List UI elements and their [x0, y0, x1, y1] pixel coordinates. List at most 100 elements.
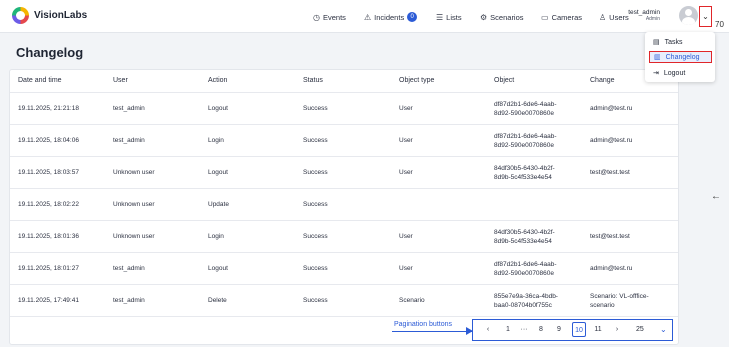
cell-object-type: User — [399, 169, 413, 176]
app-name: VisionLabs — [34, 10, 88, 21]
clock-icon: ◷ — [313, 12, 320, 22]
logo-mark-icon — [12, 7, 29, 24]
nav-item-events[interactable]: ◷ Events — [313, 11, 346, 23]
nav-item-cameras[interactable]: ▭ Cameras — [541, 11, 582, 23]
cell-action: Logout — [208, 169, 228, 176]
cell-status: Success — [303, 265, 328, 272]
cell-status: Success — [303, 297, 328, 304]
warning-icon: ⚠ — [364, 12, 372, 22]
avatar[interactable] — [679, 6, 698, 25]
prev-page-button[interactable]: ‹ — [481, 322, 495, 337]
menu-item-tasks[interactable]: ▤ Tasks — [649, 36, 712, 48]
cell-object: 84df30b5-6430-4b2f- — [494, 229, 555, 236]
menu-item-changelog[interactable]: ▥ Changelog — [649, 51, 712, 63]
menu-item-logout[interactable]: ⇥ Logout — [649, 67, 712, 79]
logo[interactable]: VisionLabs — [12, 7, 87, 24]
divider — [10, 220, 678, 221]
column-header-object[interactable]: Object — [494, 77, 514, 84]
chevron-down-icon: ⌄ — [660, 325, 667, 334]
nav-label: Lists — [446, 12, 462, 22]
column-header-status[interactable]: Status — [303, 77, 323, 84]
menu-item-label: Changelog — [665, 53, 700, 61]
cell-date: 19.11.2025, 18:03:57 — [18, 169, 79, 176]
cell-object: 8d92-590e0070860e — [494, 270, 555, 277]
cell-status: Success — [303, 201, 328, 208]
page-button[interactable]: 8 — [534, 322, 548, 337]
cell-change: admin@test.ru — [590, 105, 633, 112]
cell-object: 8d9b-5c4f533e4e54 — [494, 174, 552, 181]
cell-change: admin@test.ru — [590, 265, 633, 272]
user-name: test_admin — [628, 9, 660, 16]
cell-user: test_admin — [113, 105, 145, 112]
users-icon: ♙ — [599, 12, 607, 22]
menu-item-label: Logout — [663, 69, 686, 77]
annotation-arrow-line — [392, 331, 472, 332]
column-header-change[interactable]: Change — [590, 77, 615, 84]
cell-change: test@test.test — [590, 233, 630, 240]
page-button[interactable]: 1 — [501, 322, 515, 337]
column-header-date[interactable]: Date and time — [18, 77, 62, 84]
user-menu-toggle-button[interactable]: ⌄ — [699, 6, 712, 27]
cell-object: 8d92-590e0070860e — [494, 110, 555, 117]
cell-user: Unknown user — [113, 169, 155, 176]
cell-change: test@test.test — [590, 169, 630, 176]
divider — [10, 156, 678, 157]
cell-object-type: User — [399, 105, 413, 112]
nav-label: Events — [322, 12, 346, 22]
page-size-select[interactable]: 25 ⌄ — [628, 322, 670, 337]
next-page-button[interactable]: › — [610, 322, 624, 337]
user-info[interactable]: test_admin Admin — [616, 9, 660, 22]
top-bar: VisionLabs ◷ Events ⚠ Incidents 0 ☰ List… — [0, 0, 729, 33]
cell-action: Logout — [208, 105, 228, 112]
nav-item-scenarios[interactable]: ⚙ Scenarios — [480, 11, 524, 23]
cell-user: Unknown user — [113, 201, 155, 208]
cell-object: df87d2b1-6de6-4aab- — [494, 133, 557, 140]
page-button-current[interactable]: 10 — [572, 322, 586, 337]
page-button[interactable]: 11 — [591, 322, 605, 337]
column-header-user[interactable]: User — [113, 77, 128, 84]
cell-object: 8d92-590e0070860e — [494, 142, 555, 149]
sliders-icon: ⚙ — [480, 12, 488, 22]
cell-object-type: Scenario — [399, 297, 425, 304]
column-header-action[interactable]: Action — [208, 77, 227, 84]
book-icon: ▥ — [654, 54, 661, 61]
cell-date: 19.11.2025, 18:01:27 — [18, 265, 79, 272]
menu-item-label: Tasks — [664, 38, 683, 46]
cell-date: 19.11.2025, 18:02:22 — [18, 201, 79, 208]
cell-user: test_admin — [113, 265, 145, 272]
user-role: Admin — [645, 16, 660, 22]
nav-label: Cameras — [551, 12, 582, 22]
divider — [10, 252, 678, 253]
cell-action: Update — [208, 201, 229, 208]
cell-change: admin@test.ru — [590, 137, 633, 144]
cell-action: Login — [208, 233, 224, 240]
cell-user: test_admin — [113, 137, 145, 144]
cell-action: Login — [208, 137, 224, 144]
ellipsis: ··· — [520, 326, 528, 333]
cell-date: 19.11.2025, 21:21:18 — [18, 105, 79, 112]
list-icon: ☰ — [436, 12, 444, 22]
cell-status: Success — [303, 105, 328, 112]
side-number: 70 — [715, 20, 724, 29]
cell-change: Scenario: VL-offfice- — [590, 293, 649, 300]
cell-user: Unknown user — [113, 233, 155, 240]
nav-item-incidents[interactable]: ⚠ Incidents 0 — [364, 11, 418, 23]
page-size-value: 25 — [636, 326, 644, 333]
cell-action: Delete — [208, 297, 227, 304]
cell-change: scenario — [590, 302, 615, 309]
cell-object: df87d2b1-6de6-4aab- — [494, 261, 557, 268]
cell-user: test_admin — [113, 297, 145, 304]
cell-status: Success — [303, 169, 328, 176]
cell-status: Success — [303, 137, 328, 144]
column-header-object-type[interactable]: Object type — [399, 77, 434, 84]
page-button[interactable]: 9 — [552, 322, 566, 337]
cell-date: 19.11.2025, 17:49:41 — [18, 297, 79, 304]
cell-object: 8d9b-5c4f533e4e54 — [494, 238, 552, 245]
cell-date: 19.11.2025, 18:04:06 — [18, 137, 79, 144]
nav-label: Incidents — [374, 12, 405, 22]
nav-item-lists[interactable]: ☰ Lists — [436, 11, 462, 23]
nav-label: Scenarios — [490, 12, 524, 22]
clipboard-icon: ▤ — [653, 39, 660, 46]
arrow-left-icon[interactable]: ← — [711, 191, 721, 202]
chevron-down-icon: ⌄ — [702, 12, 709, 21]
